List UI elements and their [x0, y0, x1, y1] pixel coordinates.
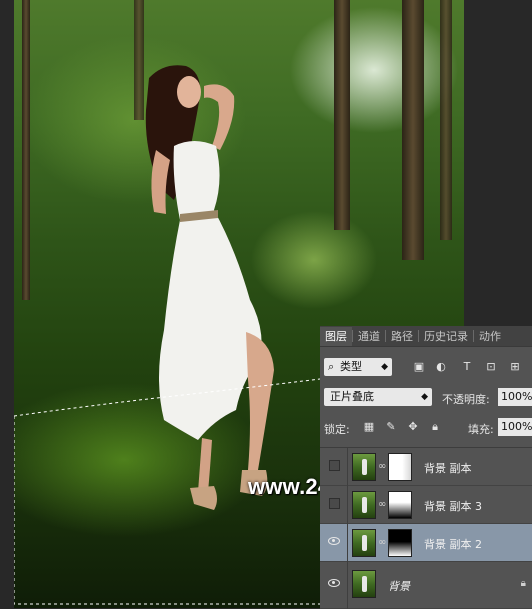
visibility-toggle[interactable] [320, 524, 348, 562]
chevron-down-icon: ◆ [421, 392, 428, 402]
fill-label: 填充: [468, 423, 494, 436]
link-chain-icon[interactable]: ∞ [378, 499, 386, 511]
lock-row: 锁定: ▦ ✎ ✥ 🔒︎ 填充: 100% [320, 416, 532, 438]
lock-image-pixels-icon[interactable]: ✎ [384, 420, 398, 434]
layer-name: 背景 副本 3 [424, 500, 482, 513]
eye-icon [328, 537, 340, 545]
tab-actions[interactable]: 动作 [474, 327, 506, 346]
lock-icon: 🔒︎ [520, 578, 526, 589]
lock-transparent-pixels-icon[interactable]: ▦ [362, 420, 376, 434]
visibility-off-box [329, 460, 340, 471]
lock-all-icon[interactable]: 🔒︎ [428, 420, 442, 434]
layer-row[interactable]: ∞ 背景 副本 2 [320, 524, 532, 562]
layer-mask-thumbnail[interactable] [388, 453, 412, 481]
layer-kind-select[interactable]: ⌕ 类型 ◆ [324, 358, 392, 376]
visibility-toggle[interactable] [320, 448, 348, 486]
tab-layers[interactable]: 图层 [320, 327, 352, 346]
layer-thumbnail[interactable] [352, 491, 376, 519]
visibility-toggle[interactable] [320, 486, 348, 524]
layer-name: 背景 副本 [424, 462, 472, 475]
adjustment-filter-icon[interactable]: ◐ [434, 360, 448, 374]
layer-thumbnail[interactable] [352, 529, 376, 557]
smart-object-filter-icon[interactable]: ⊞ [508, 360, 522, 374]
layer-filter-row: ⌕ 类型 ◆ ▣ ◐ T ⊡ ⊞ [320, 356, 532, 378]
layer-name: 背景 [388, 580, 410, 593]
tab-channels[interactable]: 通道 [353, 327, 385, 346]
opacity-input[interactable]: 100% [498, 388, 532, 406]
layer-name: 背景 副本 2 [424, 538, 482, 551]
layer-mask-thumbnail[interactable] [388, 529, 412, 557]
lock-label: 锁定: [324, 423, 350, 436]
fill-input[interactable]: 100% [498, 418, 532, 436]
panel-tabs: 图层 通道 路径 历史记录 动作 [320, 326, 532, 347]
tab-paths[interactable]: 路径 [386, 327, 418, 346]
visibility-toggle[interactable] [320, 562, 348, 609]
opacity-label: 不透明度: [442, 393, 490, 406]
layer-row[interactable]: ∞ 背景 副本 3 [320, 486, 532, 524]
tab-history[interactable]: 历史记录 [419, 327, 473, 346]
image-filter-icon[interactable]: ▣ [412, 360, 426, 374]
link-chain-icon[interactable]: ∞ [378, 537, 386, 549]
eye-icon [328, 579, 340, 587]
type-filter-icon[interactable]: T [460, 360, 474, 374]
lock-position-icon[interactable]: ✥ [406, 420, 420, 434]
layer-row[interactable]: 背景 🔒︎ [320, 562, 532, 609]
layer-list: ∞ 背景 副本 ∞ 背景 副本 3 ∞ 背景 副本 2 背景 🔒︎ [320, 447, 532, 609]
blend-mode-select[interactable]: 正片叠底 ◆ [324, 388, 432, 406]
search-icon: ⌕ [328, 360, 335, 373]
kind-label: 类型 [340, 360, 362, 373]
layer-thumbnail[interactable] [352, 570, 376, 598]
layer-thumbnail[interactable] [352, 453, 376, 481]
layer-row[interactable]: ∞ 背景 副本 [320, 448, 532, 486]
blend-mode-value: 正片叠底 [330, 390, 374, 403]
visibility-off-box [329, 498, 340, 509]
layers-panel: 图层 通道 路径 历史记录 动作 ⌕ 类型 ◆ ▣ ◐ T ⊡ ⊞ 正片叠底 ◆… [320, 326, 532, 609]
link-chain-icon[interactable]: ∞ [378, 461, 386, 473]
layer-mask-thumbnail[interactable] [388, 491, 412, 519]
blend-mode-row: 正片叠底 ◆ 不透明度: 100% [320, 386, 532, 408]
chevron-down-icon: ◆ [381, 362, 388, 372]
shape-filter-icon[interactable]: ⊡ [484, 360, 498, 374]
